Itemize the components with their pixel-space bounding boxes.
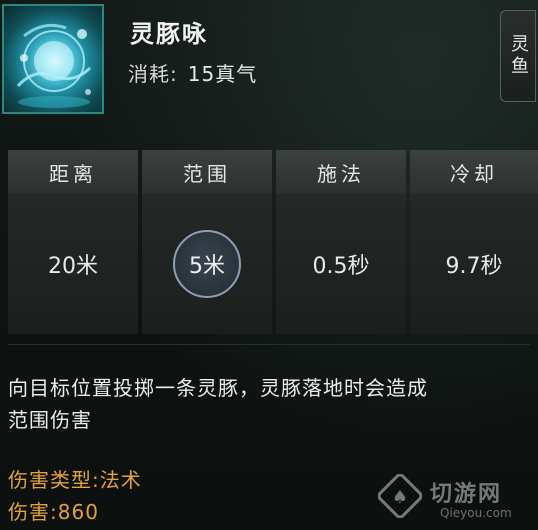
damage-value: 860	[57, 500, 99, 524]
damage-row: 伤害:860	[8, 496, 99, 525]
damage-label: 伤害:	[8, 500, 58, 524]
stat-range-label: 范围	[142, 150, 272, 194]
water-dolphin-icon	[2, 4, 104, 114]
damage-type-label: 伤害类型:	[8, 468, 100, 492]
stat-cast-value: 0.5秒	[276, 194, 406, 334]
divider	[8, 344, 530, 345]
stat-distance-label: 距离	[8, 150, 138, 194]
stats-grid: 距离 20米 范围 5米 施法 0.5秒 冷却 9.7秒	[0, 150, 538, 334]
description-line: 向目标位置投掷一条灵豚，灵豚落地时会造成	[8, 376, 428, 400]
watermark-logo-icon: ♠	[378, 474, 422, 518]
watermark: ♠ 切游网 Qieyou.com	[378, 470, 538, 530]
cost-label: 消耗:	[128, 62, 178, 86]
stat-cooldown: 冷却 9.7秒	[410, 150, 538, 334]
skill-name: 灵豚咏	[130, 20, 208, 48]
damage-type-value: 法术	[99, 468, 142, 492]
skill-description: 向目标位置投掷一条灵豚，灵豚落地时会造成 范围伤害	[8, 372, 528, 436]
watermark-subtext: Qieyou.com	[440, 506, 512, 520]
stat-cooldown-value: 9.7秒	[410, 194, 538, 334]
stat-distance-value: 20米	[8, 194, 138, 334]
stat-cast: 施法 0.5秒	[276, 150, 406, 334]
cost-line: 消耗: 15真气	[128, 58, 257, 87]
watermark-text: 切游网	[430, 482, 503, 507]
skill-tooltip-panel: 灵豚咏 消耗: 15真气 灵鱼 距离 20米 范围 5米 施法 0.5秒 冷却 9…	[0, 0, 538, 530]
cost-value: 15真气	[187, 62, 258, 86]
stat-distance: 距离 20米	[8, 150, 138, 334]
skill-type-tab[interactable]: 灵鱼	[500, 10, 536, 102]
damage-type-row: 伤害类型:法术	[8, 464, 142, 493]
description-line: 范围伤害	[8, 408, 92, 432]
stat-range: 范围 5米	[142, 150, 272, 334]
stat-range-value: 5米	[173, 230, 241, 298]
svg-text:♠: ♠	[392, 487, 408, 508]
stat-cast-label: 施法	[276, 150, 406, 194]
stat-cooldown-label: 冷却	[410, 150, 538, 194]
skill-type-label: 灵鱼	[508, 34, 529, 78]
